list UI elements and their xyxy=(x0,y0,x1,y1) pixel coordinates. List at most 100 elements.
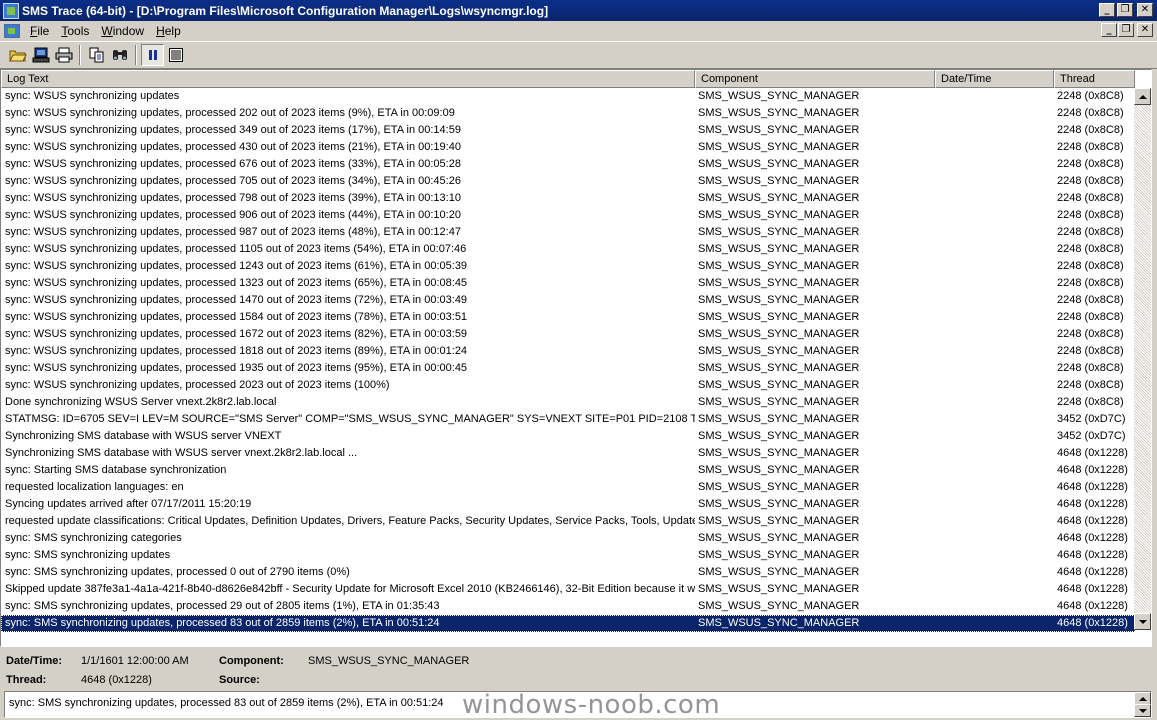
table-row[interactable]: sync: WSUS synchronizing updates, proces… xyxy=(1,377,1135,394)
cell-component: SMS_WSUS_SYNC_MANAGER xyxy=(698,566,860,578)
toolbar xyxy=(0,41,1157,69)
table-row[interactable]: sync: Starting SMS database synchronizat… xyxy=(1,462,1135,479)
doc-close-button[interactable]: ✕ xyxy=(1137,23,1153,37)
cell-date-time xyxy=(935,513,1054,530)
pause-button[interactable] xyxy=(141,44,164,66)
table-row[interactable]: STATMSG: ID=6705 SEV=I LEV=M SOURCE="SMS… xyxy=(1,411,1135,428)
scroll-down-button[interactable] xyxy=(1134,613,1151,630)
table-row[interactable]: sync: WSUS synchronizing updates, proces… xyxy=(1,292,1135,309)
table-row[interactable]: sync: WSUS synchronizing updates, proces… xyxy=(1,156,1135,173)
table-row[interactable]: sync: WSUS synchronizing updates, proces… xyxy=(1,139,1135,156)
cell-log-text: sync: WSUS synchronizing updates, proces… xyxy=(5,362,468,374)
table-row[interactable]: sync: WSUS synchronizing updates, proces… xyxy=(1,224,1135,241)
thread-value: 4648 (0x1228) xyxy=(81,674,152,686)
cell-thread: 2248 (0x8C8) xyxy=(1057,396,1124,408)
table-row[interactable]: sync: WSUS synchronizing updates, proces… xyxy=(1,258,1135,275)
cell-thread: 4648 (0x1228) xyxy=(1057,532,1128,544)
window-title: SMS Trace (64-bit) - [D:\Program Files\M… xyxy=(22,3,549,18)
menu-bar: File Tools Window Help _ ❐ ✕ xyxy=(0,21,1157,40)
cell-component: SMS_WSUS_SYNC_MANAGER xyxy=(698,175,860,187)
table-row[interactable]: sync: WSUS synchronizing updates, proces… xyxy=(1,326,1135,343)
restore-button[interactable]: ❐ xyxy=(1117,3,1133,17)
arrow-down-icon xyxy=(1138,708,1147,713)
cell-log-text: sync: WSUS synchronizing updates, proces… xyxy=(5,175,461,187)
find-button[interactable] xyxy=(108,44,131,66)
cell-log-text: requested update classifications: Critic… xyxy=(5,515,695,527)
cell-component: SMS_WSUS_SYNC_MANAGER xyxy=(698,311,860,323)
cell-component: SMS_WSUS_SYNC_MANAGER xyxy=(698,243,860,255)
cell-log-text: Skipped update 387fe3a1-4a1a-421f-8b40-d… xyxy=(5,583,695,595)
title-bar[interactable]: SMS Trace (64-bit) - [D:\Program Files\M… xyxy=(0,0,1157,21)
cell-log-text: sync: SMS synchronizing updates xyxy=(5,549,171,561)
table-row[interactable]: sync: WSUS synchronizing updates, proces… xyxy=(1,105,1135,122)
scroll-up-button[interactable] xyxy=(1134,88,1151,105)
minimize-button[interactable]: _ xyxy=(1099,3,1115,17)
cell-thread: 2248 (0x8C8) xyxy=(1057,209,1124,221)
table-row[interactable]: sync: SMS synchronizing updates SMS_WSUS_… xyxy=(1,547,1135,564)
highlight-button[interactable] xyxy=(164,44,187,66)
cell-date-time xyxy=(935,326,1054,343)
cell-log-text: Synchronizing SMS database with WSUS ser… xyxy=(5,430,282,442)
doc-restore-button[interactable]: ❐ xyxy=(1118,23,1134,37)
log-list[interactable]: Log Text Component Date/Time Thread sync… xyxy=(0,69,1152,647)
menu-file[interactable]: File xyxy=(24,24,55,38)
cell-log-text: STATMSG: ID=6705 SEV=I LEV=M SOURCE="SMS… xyxy=(5,413,695,425)
app-icon[interactable] xyxy=(3,2,19,19)
table-row[interactable]: sync: WSUS synchronizing updates, proces… xyxy=(1,360,1135,377)
print-button[interactable] xyxy=(52,44,75,66)
table-row[interactable]: sync: SMS synchronizing updates, process… xyxy=(1,615,1135,632)
table-row[interactable]: sync: WSUS synchronizing updates, proces… xyxy=(1,343,1135,360)
table-row[interactable]: sync: WSUS synchronizing updates, proces… xyxy=(1,241,1135,258)
menu-tools[interactable]: Tools xyxy=(55,24,95,38)
table-row[interactable]: sync: SMS synchronizing updates, process… xyxy=(1,598,1135,615)
table-row[interactable]: Done synchronizing WSUS Server vnext.2k8… xyxy=(1,394,1135,411)
table-row[interactable]: Syncing updates arrived after 07/17/2011… xyxy=(1,496,1135,513)
vertical-scrollbar[interactable] xyxy=(1134,88,1151,630)
close-button[interactable]: ✕ xyxy=(1137,3,1153,17)
cell-component: SMS_WSUS_SYNC_MANAGER xyxy=(698,294,860,306)
cell-thread: 2248 (0x8C8) xyxy=(1057,158,1124,170)
cell-log-text: sync: WSUS synchronizing updates, proces… xyxy=(5,328,468,340)
table-row[interactable]: sync: WSUS synchronizing updates SMS_WSUS… xyxy=(1,88,1135,105)
table-row[interactable]: sync: WSUS synchronizing updates, proces… xyxy=(1,275,1135,292)
menu-window-label: indow xyxy=(112,23,145,38)
menu-window[interactable]: Window xyxy=(95,24,150,38)
table-row[interactable]: Skipped update 387fe3a1-4a1a-421f-8b40-d… xyxy=(1,581,1135,598)
doc-minimize-button[interactable]: _ xyxy=(1101,23,1117,37)
table-row[interactable]: sync: WSUS synchronizing updates, proces… xyxy=(1,207,1135,224)
table-row[interactable]: Synchronizing SMS database with WSUS ser… xyxy=(1,428,1135,445)
cell-date-time xyxy=(935,105,1054,122)
message-scroll-down-button[interactable] xyxy=(1134,704,1151,717)
message-scrollbar[interactable] xyxy=(1134,692,1151,717)
cell-thread: 3452 (0xD7C) xyxy=(1057,413,1126,425)
print-setup-button[interactable] xyxy=(29,44,52,66)
date-time-label: Date/Time: xyxy=(6,655,63,667)
document-icon[interactable] xyxy=(4,23,20,38)
cell-log-text: sync: WSUS synchronizing updates, proces… xyxy=(5,311,468,323)
column-header-component[interactable]: Component xyxy=(695,70,935,88)
menu-help[interactable]: Help xyxy=(150,24,187,38)
copy-button[interactable] xyxy=(85,44,108,66)
table-row[interactable]: sync: SMS synchronizing updates, process… xyxy=(1,564,1135,581)
column-header-thread[interactable]: Thread xyxy=(1054,70,1135,88)
table-row[interactable]: Synchronizing SMS database with WSUS ser… xyxy=(1,445,1135,462)
open-button[interactable] xyxy=(6,44,29,66)
table-row[interactable]: sync: WSUS synchronizing updates, proces… xyxy=(1,173,1135,190)
table-row[interactable]: sync: WSUS synchronizing updates, proces… xyxy=(1,190,1135,207)
column-header-date-time[interactable]: Date/Time xyxy=(935,70,1054,88)
cell-component: SMS_WSUS_SYNC_MANAGER xyxy=(698,277,860,289)
cell-component: SMS_WSUS_SYNC_MANAGER xyxy=(698,617,860,629)
highlight-icon xyxy=(168,48,183,62)
column-header-log-text[interactable]: Log Text xyxy=(1,70,695,88)
table-row[interactable]: sync: WSUS synchronizing updates, proces… xyxy=(1,122,1135,139)
cell-component: SMS_WSUS_SYNC_MANAGER xyxy=(698,396,860,408)
cell-thread: 4648 (0x1228) xyxy=(1057,566,1128,578)
cell-component: SMS_WSUS_SYNC_MANAGER xyxy=(698,413,860,425)
cell-thread: 2248 (0x8C8) xyxy=(1057,90,1124,102)
table-row[interactable]: sync: SMS synchronizing categories SMS_WS… xyxy=(1,530,1135,547)
table-row[interactable]: requested localization languages: en SMS_… xyxy=(1,479,1135,496)
cell-component: SMS_WSUS_SYNC_MANAGER xyxy=(698,328,860,340)
table-row[interactable]: sync: WSUS synchronizing updates, proces… xyxy=(1,309,1135,326)
table-row[interactable]: requested update classifications: Critic… xyxy=(1,513,1135,530)
cell-component: SMS_WSUS_SYNC_MANAGER xyxy=(698,447,860,459)
